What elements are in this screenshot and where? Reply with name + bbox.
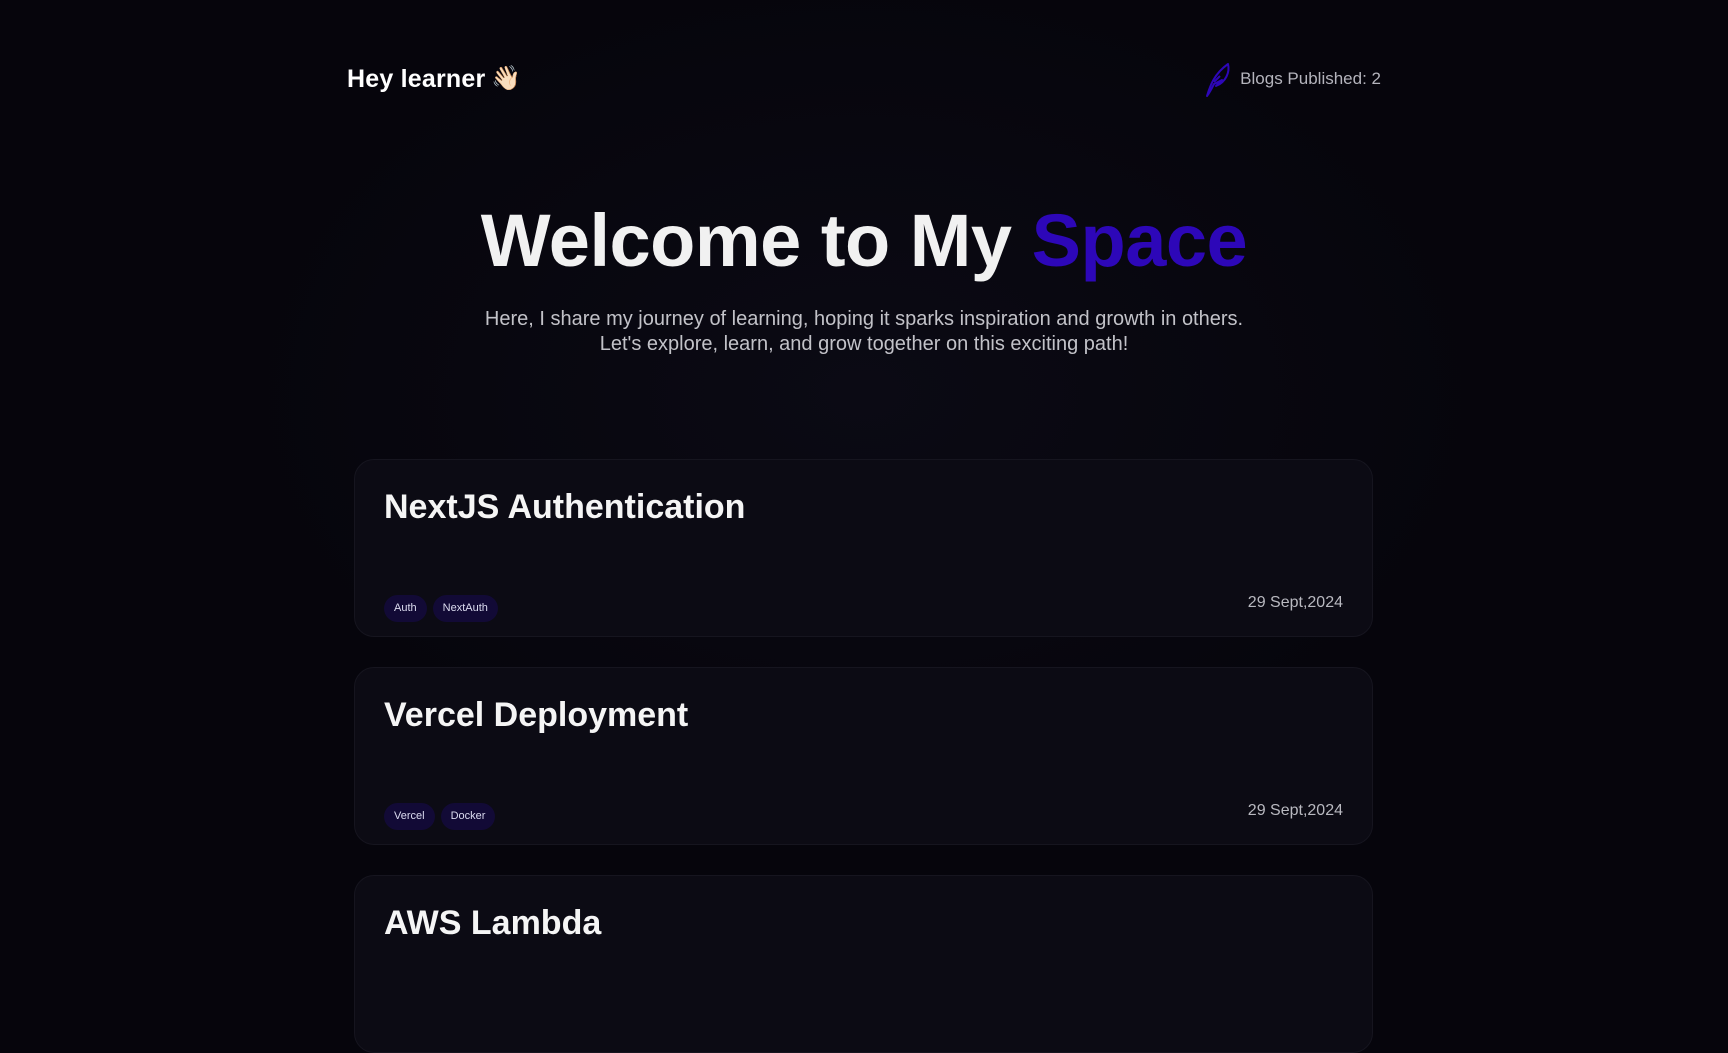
page-title: Welcome to My Space — [0, 200, 1728, 281]
top-header: Hey learner 👋🏻 Blogs Published: 2 — [347, 60, 1381, 98]
title-main: Welcome to My — [480, 199, 1032, 282]
blogs-published-text: Blogs Published: 2 — [1240, 69, 1381, 88]
tag-badge[interactable]: Auth — [384, 595, 427, 622]
blog-card-title[interactable]: NextJS Authentication — [384, 488, 745, 527]
blog-card-tags: Auth NextAuth — [384, 595, 498, 622]
greeting-text: Hey learner — [347, 64, 486, 93]
tag-badge[interactable]: Vercel — [384, 803, 435, 830]
hero-section: Welcome to My Space Here, I share my jou… — [0, 200, 1728, 357]
tag-badge[interactable]: NextAuth — [432, 595, 498, 622]
waving-hand-icon: 👋🏻 — [491, 65, 522, 92]
blog-card-tags: Vercel Docker — [384, 803, 496, 830]
blogs-published-indicator: Blogs Published: 2 — [1202, 60, 1381, 98]
greeting: Hey learner 👋🏻 — [347, 65, 522, 94]
blog-card[interactable]: Vercel Deployment Vercel Docker 29 Sept,… — [354, 667, 1373, 845]
tag-badge[interactable]: Docker — [440, 803, 496, 830]
title-accent: Space — [1031, 199, 1248, 282]
blog-card-date: 29 Sept,2024 — [1247, 594, 1343, 611]
blog-card-date: 29 Sept,2024 — [1247, 802, 1343, 819]
blog-card[interactable]: NextJS Authentication Auth NextAuth 29 S… — [354, 459, 1373, 637]
blog-card-title[interactable]: Vercel Deployment — [384, 696, 688, 735]
feather-icon — [1202, 60, 1234, 98]
blog-card-title[interactable]: AWS Lambda — [384, 904, 601, 943]
blog-card[interactable]: AWS Lambda — [354, 875, 1373, 1053]
hero-subtitle: Here, I share my journey of learning, ho… — [484, 308, 1244, 356]
